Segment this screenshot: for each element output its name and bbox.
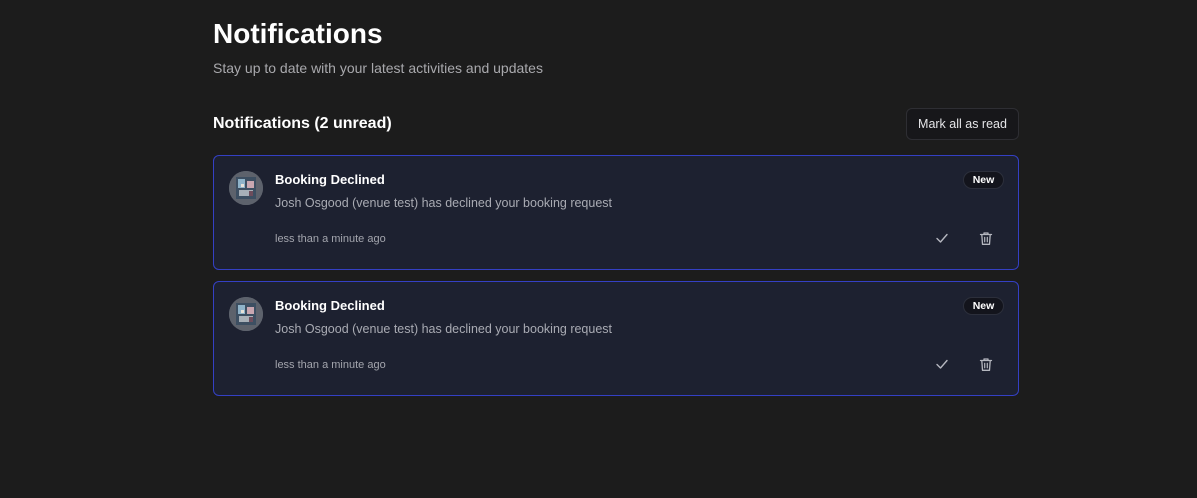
notification-timestamp: less than a minute ago <box>275 233 386 245</box>
new-badge: New <box>963 171 1004 189</box>
notification-timestamp: less than a minute ago <box>275 359 386 371</box>
notification-message: Josh Osgood (venue test) has declined yo… <box>275 196 613 210</box>
avatar <box>229 171 263 205</box>
mark-as-read-button[interactable] <box>930 352 954 376</box>
mark-as-read-button[interactable] <box>930 226 954 250</box>
delete-notification-button[interactable] <box>974 352 998 376</box>
notification-title: Booking Declined <box>275 298 385 313</box>
trash-icon <box>979 357 993 371</box>
delete-notification-button[interactable] <box>974 226 998 250</box>
notification-message: Josh Osgood (venue test) has declined yo… <box>275 322 613 336</box>
page-subtitle: Stay up to date with your latest activit… <box>213 60 543 76</box>
notifications-page: Notifications Stay up to date with your … <box>0 0 1197 498</box>
check-icon <box>936 359 948 369</box>
new-badge: New <box>963 297 1004 315</box>
mark-all-as-read-button[interactable]: Mark all as read <box>906 108 1019 140</box>
avatar-image-icon <box>229 171 263 205</box>
notification-title: Booking Declined <box>275 172 385 187</box>
avatar <box>229 297 263 331</box>
notification-card[interactable]: Booking Declined Josh Osgood (venue test… <box>213 155 1019 270</box>
notification-card[interactable]: Booking Declined Josh Osgood (venue test… <box>213 281 1019 396</box>
notifications-count-heading: Notifications (2 unread) <box>213 115 392 132</box>
avatar-image-icon <box>229 297 263 331</box>
check-icon <box>936 233 948 243</box>
page-title: Notifications <box>213 18 383 49</box>
trash-icon <box>979 231 993 245</box>
